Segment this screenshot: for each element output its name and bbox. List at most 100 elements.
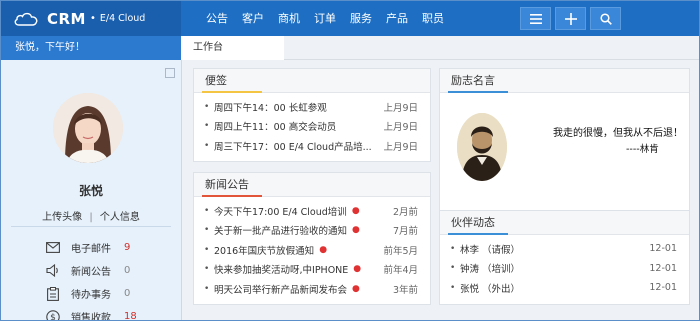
nav-item-opportunities[interactable]: 商机	[271, 1, 307, 36]
list-item[interactable]: • 张悦 （外出） 12-01	[450, 278, 689, 298]
sidebar-item-email[interactable]: 电子邮件 9	[45, 236, 181, 259]
brand-logo[interactable]: CRM • E/4 Cloud	[1, 1, 181, 36]
mail-icon	[45, 240, 61, 256]
sidebar: 张悦 上传头像 | 个人信息 电子邮件 9 新闻公告 0 待办事务 0 $ 销售…	[1, 60, 182, 321]
bullet: •	[450, 243, 456, 254]
top-bar: CRM • E/4 Cloud 公告 客户 商机 订单 服务 产品 职员	[1, 1, 699, 36]
nav-item-customers[interactable]: 客户	[235, 1, 271, 36]
nav-item-orders[interactable]: 订单	[307, 1, 343, 36]
sidebar-item-sales[interactable]: $ 销售收款 18	[45, 305, 181, 321]
list-item[interactable]: • 周三下午17：00 E/4 Cloud产品培... 上月9日	[204, 136, 430, 156]
portrait-image	[457, 113, 507, 181]
partner-date: 12-01	[649, 262, 677, 274]
bullet: •	[204, 101, 210, 112]
brand-separator: •	[90, 13, 96, 24]
dollar-icon: $	[45, 309, 61, 321]
news-text: 今天下午17:00 E/4 Cloud培训	[214, 206, 347, 218]
sidebar-item-todo[interactable]: 待办事务 0	[45, 282, 181, 305]
partner-text: 张悦 （外出）	[460, 283, 521, 295]
news-date: 3年前	[392, 284, 418, 296]
list-item[interactable]: • 2016年国庆节放假通知 ● 前年5月	[204, 240, 430, 260]
list-item[interactable]: • 明天公司举行新产品新闻发布会 ● 3年前	[204, 279, 430, 299]
bullet: •	[204, 283, 210, 294]
list-item[interactable]: • 钟涛 （培训） 12-01	[450, 259, 689, 279]
search-icon	[599, 12, 612, 25]
bullet: •	[204, 140, 210, 151]
bullet: •	[204, 244, 210, 255]
memo-accent-bar	[202, 91, 262, 93]
memo-date: 上月9日	[383, 141, 418, 153]
news-text: 关于新一批产品进行验收的通知	[214, 226, 348, 238]
nav-item-announcements[interactable]: 公告	[199, 1, 235, 36]
motto-title: 励志名言	[451, 74, 495, 87]
new-dot-icon: ●	[352, 283, 360, 294]
plus-icon	[564, 12, 577, 25]
sidebar-item-label: 电子邮件	[71, 244, 111, 255]
memo-title: 便签	[205, 74, 227, 87]
bullet: •	[204, 225, 210, 236]
greeting-bar: 张悦，下午好！	[1, 36, 181, 60]
motto-header: 励志名言	[440, 69, 689, 93]
clipboard-icon	[45, 286, 61, 302]
news-panel: 新闻公告 • 今天下午17:00 E/4 Cloud培训 ● 2月前 • 关于新…	[193, 172, 431, 305]
sidebar-item-news[interactable]: 新闻公告 0	[45, 259, 181, 282]
profile-link[interactable]: 个人信息	[100, 212, 140, 223]
menu-button[interactable]	[520, 7, 551, 30]
user-links: 上传头像 | 个人信息	[1, 208, 181, 223]
nav-item-products[interactable]: 产品	[379, 1, 415, 36]
avatar-image	[53, 93, 123, 163]
svg-text:$: $	[50, 313, 56, 321]
list-item[interactable]: • 今天下午17:00 E/4 Cloud培训 ● 2月前	[204, 201, 430, 221]
avatar[interactable]	[53, 93, 123, 163]
collapse-icon[interactable]	[165, 68, 175, 78]
search-button[interactable]	[590, 7, 621, 30]
news-date: 2月前	[392, 206, 418, 218]
list-item[interactable]: • 周四下午14：00 长虹参观 上月9日	[204, 97, 430, 117]
partners-title: 伙伴动态	[451, 216, 495, 229]
partner-date: 12-01	[649, 243, 677, 255]
list-item[interactable]: • 快来参加抽奖活动呀,中IPHONE ● 前年4月	[204, 260, 430, 280]
memo-date: 上月9日	[383, 122, 418, 134]
memo-text: 周四下午14：00 长虹参观	[214, 102, 327, 114]
sidebar-item-label: 待办事务	[71, 290, 111, 301]
divider	[11, 226, 171, 227]
lincoln-portrait	[457, 113, 507, 181]
menu-icon	[529, 13, 542, 24]
nav-item-staff[interactable]: 职员	[415, 1, 451, 36]
sidebar-item-label: 新闻公告	[71, 267, 111, 278]
list-item[interactable]: • 林李 （请假） 12-01	[450, 239, 689, 259]
partner-text: 林李 （请假）	[460, 244, 521, 256]
new-dot-icon: ●	[353, 264, 362, 275]
news-header: 新闻公告	[194, 173, 430, 197]
new-dot-icon: ●	[352, 225, 360, 236]
news-text: 快来参加抽奖活动呀,中IPHONE	[214, 265, 349, 277]
new-dot-icon: ●	[351, 205, 360, 216]
bullet: •	[204, 121, 210, 132]
count-badge: 9	[124, 242, 131, 253]
main-nav: 公告 客户 商机 订单 服务 产品 职员	[199, 1, 451, 36]
speaker-icon	[45, 263, 61, 279]
news-title: 新闻公告	[205, 178, 249, 191]
memo-list: • 周四下午14：00 长虹参观 上月9日 • 周四上午11：00 高交会动员 …	[194, 93, 430, 156]
count-badge: 0	[124, 288, 131, 299]
partners-list: • 林李 （请假） 12-01 • 钟涛 （培训） 12-01 • 张悦 （外出…	[440, 235, 689, 298]
quote-author: ----林肯	[626, 144, 659, 155]
bullet: •	[450, 282, 456, 293]
sidebar-item-label: 销售收款	[71, 313, 111, 321]
toolbar	[520, 7, 625, 30]
brand-name: CRM	[47, 9, 86, 28]
nav-item-services[interactable]: 服务	[343, 1, 379, 36]
news-text: 明天公司举行新产品新闻发布会	[214, 284, 348, 296]
news-date: 7月前	[392, 226, 418, 238]
upload-avatar-link[interactable]: 上传头像	[42, 212, 82, 223]
add-button[interactable]	[555, 7, 586, 30]
list-item[interactable]: • 周四上午11：00 高交会动员 上月9日	[204, 117, 430, 137]
link-separator: |	[89, 212, 93, 223]
bullet: •	[204, 205, 210, 216]
tab-workbench[interactable]: 工作台	[181, 36, 284, 60]
list-item[interactable]: • 关于新一批产品进行验收的通知 ● 7月前	[204, 221, 430, 241]
new-dot-icon: ●	[319, 244, 328, 255]
partners-accent-bar	[448, 233, 508, 235]
count-badge: 0	[124, 265, 131, 276]
count-badge: 18	[124, 311, 137, 321]
